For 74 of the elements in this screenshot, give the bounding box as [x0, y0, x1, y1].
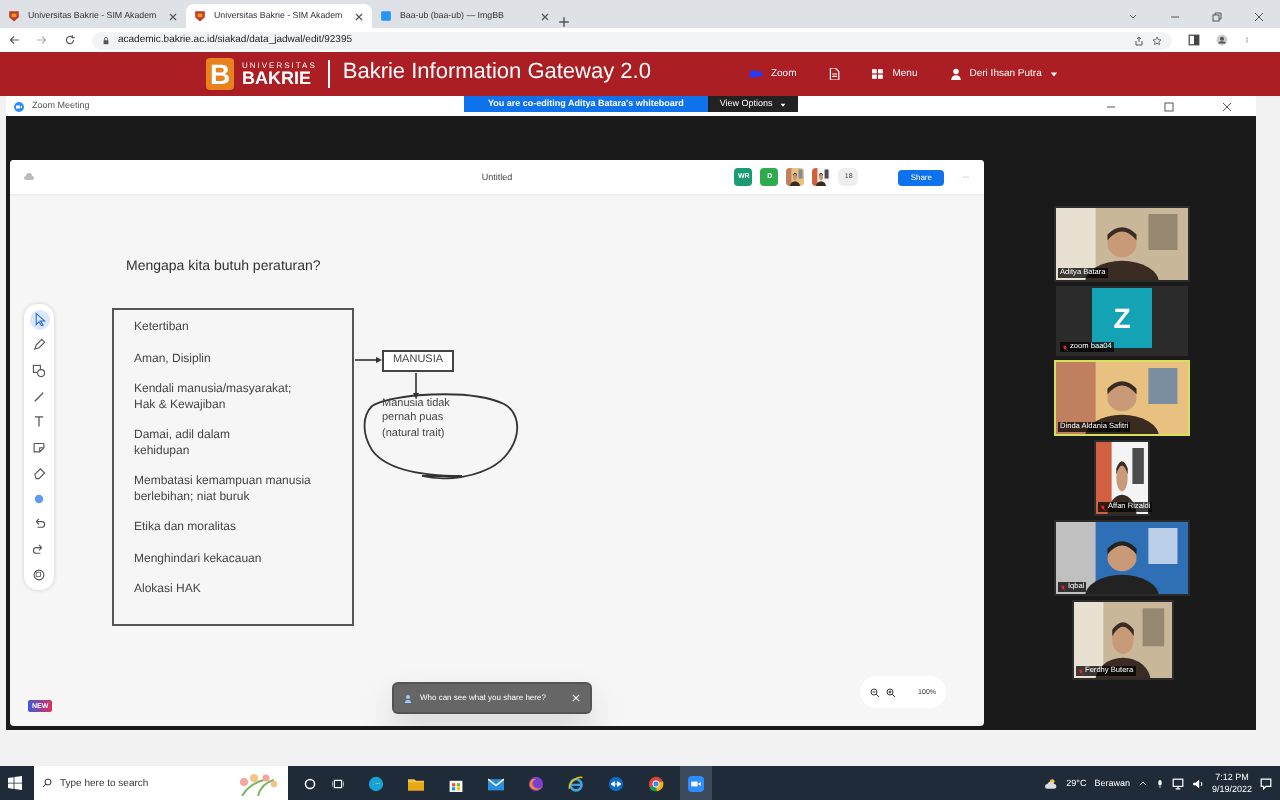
browser-icon	[368, 775, 384, 791]
close-icon[interactable]	[540, 11, 550, 21]
zoom-in-icon[interactable]	[886, 687, 896, 697]
shapes-icon	[32, 363, 46, 378]
flowers-icon	[236, 771, 280, 795]
network-icon[interactable]	[1171, 777, 1184, 789]
close-icon[interactable]	[1254, 11, 1264, 21]
cursor-tool[interactable]	[29, 310, 49, 330]
note-icon	[32, 440, 46, 455]
folder-icon	[408, 775, 424, 791]
grid-icon	[872, 68, 885, 80]
close-icon[interactable]	[1222, 101, 1232, 111]
task-view-icon[interactable]	[332, 777, 344, 789]
color-dot-icon	[32, 491, 46, 505]
pencil-tool[interactable]	[29, 335, 49, 355]
close-icon[interactable]	[168, 11, 178, 21]
plus-icon[interactable]	[558, 16, 570, 28]
circle-icon[interactable]	[304, 777, 316, 789]
text-tool[interactable]	[29, 411, 49, 432]
muted-microphone-icon	[1062, 343, 1068, 352]
caret-icon	[1049, 70, 1058, 78]
shapes-tool[interactable]	[29, 360, 49, 381]
line-icon	[32, 389, 46, 404]
start-icon[interactable]	[8, 776, 22, 790]
templates-icon	[32, 567, 46, 582]
user-icon	[949, 68, 962, 80]
muted-microphone-icon	[1077, 667, 1083, 676]
templates-tool[interactable]	[29, 564, 49, 585]
logo-mark: B	[206, 58, 234, 90]
shield-icon	[8, 10, 20, 22]
taskbar-app-button[interactable]	[680, 766, 712, 800]
maximize-icon[interactable]	[1164, 101, 1174, 111]
cursor-icon	[32, 312, 46, 327]
search-icon	[42, 778, 52, 788]
text-icon	[32, 414, 46, 429]
arrows-icon	[608, 775, 624, 791]
reload-icon[interactable]	[64, 34, 76, 46]
envelope-icon	[488, 775, 504, 791]
video-camera-icon	[750, 68, 763, 80]
shield-icon	[194, 10, 206, 22]
shopping-bag-icon	[448, 775, 464, 791]
eraser-tool[interactable]	[29, 462, 49, 483]
sidebar-icon[interactable]	[1188, 34, 1200, 46]
arrow	[354, 357, 382, 363]
note-tool[interactable]	[29, 437, 49, 457]
back-icon[interactable]	[8, 34, 20, 46]
profile-icon[interactable]	[1216, 34, 1228, 46]
video-camera-icon	[14, 101, 24, 111]
lock-icon	[102, 35, 110, 45]
square-icon	[380, 10, 392, 22]
eraser-icon	[32, 465, 46, 480]
caret-icon	[780, 101, 787, 107]
browser-icon	[528, 775, 544, 791]
share-icon[interactable]	[1134, 35, 1144, 45]
document-icon[interactable]	[828, 68, 841, 80]
site-title: Bakrie Information Gateway 2.0	[328, 60, 651, 88]
browser-icon	[648, 775, 664, 791]
arrow	[413, 372, 419, 399]
close-icon[interactable]	[354, 11, 364, 21]
star-icon[interactable]	[1152, 35, 1162, 45]
browser-icon	[568, 775, 584, 791]
muted-microphone-icon	[1100, 503, 1106, 512]
redo-icon	[32, 541, 46, 556]
restore-icon[interactable]	[1212, 11, 1222, 21]
logo-text: BAKRIE	[242, 70, 314, 88]
speaker-icon[interactable]	[1191, 777, 1204, 789]
cloud-sun-icon	[1044, 777, 1059, 789]
notification-icon[interactable]	[1260, 777, 1272, 789]
video-camera-icon	[688, 775, 704, 791]
zoom-out-icon[interactable]	[870, 687, 880, 697]
pencil-icon	[32, 338, 46, 353]
undo-icon	[32, 516, 46, 531]
muted-microphone-icon	[1060, 583, 1066, 592]
people-icon	[404, 693, 414, 703]
